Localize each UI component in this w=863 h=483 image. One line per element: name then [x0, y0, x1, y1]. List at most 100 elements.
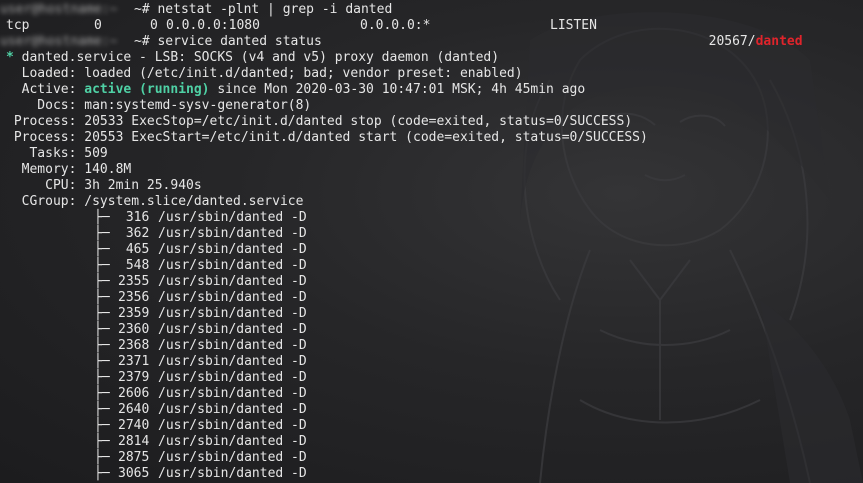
- process-pid: 2355: [118, 274, 150, 289]
- netstat-state: LISTEN: [550, 18, 597, 33]
- process-pid: 2814: [118, 434, 150, 449]
- tree-branch-glyph: ├─: [94, 338, 110, 353]
- tree-branch-glyph: ├─: [94, 226, 110, 241]
- tree-branch-glyph: ├─: [94, 322, 110, 337]
- status-cpu: CPU: 3h 2min 25.940s: [0, 178, 863, 194]
- process-command: /usr/sbin/danted -D: [158, 242, 307, 257]
- cpu-label: CPU:: [6, 178, 77, 193]
- process-start-label: Process:: [6, 130, 77, 145]
- terminal-output: user@hostname:~ ~# netstat -plnt | grep …: [0, 0, 863, 482]
- cgroup-process-row: ├─ 362/usr/sbin/danted -D: [0, 226, 863, 242]
- tree-branch-glyph: ├─: [94, 210, 110, 225]
- tree-branch-glyph: ├─: [94, 354, 110, 369]
- tasks-label: Tasks:: [6, 146, 77, 161]
- terminal-window[interactable]: user@hostname:~ ~# netstat -plnt | grep …: [0, 0, 863, 483]
- process-pid: 3065: [118, 466, 150, 481]
- tasks-value: 509: [76, 146, 108, 161]
- process-stop-value: 20533 ExecStop=/etc/init.d/danted stop (…: [76, 114, 633, 129]
- process-pid: 2359: [118, 306, 150, 321]
- cgroup-process-row: ├─ 548/usr/sbin/danted -D: [0, 258, 863, 274]
- cgroup-process-row: ├─ 2360/usr/sbin/danted -D: [0, 322, 863, 338]
- process-pid: 362: [118, 226, 150, 241]
- status-docs: Docs: man:systemd-sysv-generator(8): [0, 98, 863, 114]
- process-command: /usr/sbin/danted -D: [158, 386, 307, 401]
- cgroup-value: /system.slice/danted.service: [76, 194, 304, 209]
- tree-branch-glyph: ├─: [94, 418, 110, 433]
- process-pid: 2875: [118, 450, 150, 465]
- status-process-stop: Process: 20533 ExecStop=/etc/init.d/dant…: [0, 114, 863, 130]
- process-command: /usr/sbin/danted -D: [158, 466, 307, 481]
- process-command: /usr/sbin/danted -D: [158, 402, 307, 417]
- status-loaded: Loaded: loaded (/etc/init.d/danted; bad;…: [0, 66, 863, 82]
- process-start-value: 20553 ExecStart=/etc/init.d/danted start…: [76, 130, 648, 145]
- cgroup-process-row: ├─ 2606/usr/sbin/danted -D: [0, 386, 863, 402]
- process-command: /usr/sbin/danted -D: [158, 258, 307, 273]
- tree-branch-glyph: ├─: [94, 274, 110, 289]
- tree-branch-glyph: ├─: [94, 402, 110, 417]
- cgroup-process-row: ├─ 2356/usr/sbin/danted -D: [0, 290, 863, 306]
- command-line-netstat: user@hostname:~ ~# netstat -plnt | grep …: [0, 2, 863, 18]
- process-pid: 316: [118, 210, 150, 225]
- netstat-proto: tcp: [6, 18, 30, 33]
- service-header: * danted.service - LSB: SOCKS (v4 and v5…: [0, 50, 863, 66]
- process-pid: 2640: [118, 402, 150, 417]
- process-pid: 548: [118, 258, 150, 273]
- cgroup-process-row: ├─ 3065/usr/sbin/danted -D: [0, 466, 863, 482]
- loaded-label: Loaded:: [6, 66, 77, 81]
- redacted-prompt-2: user@hostname:~: [0, 34, 118, 49]
- process-pid: 2606: [118, 386, 150, 401]
- loaded-value: loaded (/etc/init.d/danted; bad; vendor …: [76, 66, 523, 81]
- netstat-command: ~# netstat -plnt | grep -i danted: [134, 2, 393, 17]
- cgroup-process-list: ├─ 316/usr/sbin/danted -D ├─ 362/usr/sbin…: [0, 210, 863, 482]
- cgroup-process-row: ├─ 2379/usr/sbin/danted -D: [0, 370, 863, 386]
- tree-branch-glyph: ├─: [94, 306, 110, 321]
- process-command: /usr/sbin/danted -D: [158, 226, 307, 241]
- tree-branch-glyph: ├─: [94, 242, 110, 257]
- cgroup-process-row: ├─ 316/usr/sbin/danted -D: [0, 210, 863, 226]
- cgroup-process-row: ├─ 2371/usr/sbin/danted -D: [0, 354, 863, 370]
- cgroup-process-row: ├─ 465/usr/sbin/danted -D: [0, 242, 863, 258]
- status-memory: Memory: 140.8M: [0, 162, 863, 178]
- process-pid: 2371: [118, 354, 150, 369]
- process-command: /usr/sbin/danted -D: [158, 210, 307, 225]
- process-command: /usr/sbin/danted -D: [158, 322, 307, 337]
- cgroup-process-row: ├─ 2814/usr/sbin/danted -D: [0, 434, 863, 450]
- cgroup-process-row: ├─ 2368/usr/sbin/danted -D: [0, 338, 863, 354]
- netstat-recv-q: 0: [94, 18, 102, 33]
- status-process-start: Process: 20553 ExecStart=/etc/init.d/dan…: [0, 130, 863, 146]
- service-title: danted.service - LSB: SOCKS (v4 and v5) …: [13, 50, 500, 65]
- command-line-service: user@hostname:~ ~# service danted status: [0, 34, 863, 50]
- process-pid: 2368: [118, 338, 150, 353]
- cgroup-process-row: ├─ 2640/usr/sbin/danted -D: [0, 402, 863, 418]
- cgroup-process-row: ├─ 2740/usr/sbin/danted -D: [0, 418, 863, 434]
- process-command: /usr/sbin/danted -D: [158, 306, 307, 321]
- process-command: /usr/sbin/danted -D: [158, 354, 307, 369]
- tree-branch-glyph: ├─: [94, 466, 110, 481]
- cgroup-process-row: ├─ 2355/usr/sbin/danted -D: [0, 274, 863, 290]
- memory-value: 140.8M: [76, 162, 132, 177]
- netstat-foreign-address: 0.0.0.0:*: [360, 18, 431, 33]
- process-pid: 2379: [118, 370, 150, 385]
- process-command: /usr/sbin/danted -D: [158, 450, 307, 465]
- tree-branch-glyph: ├─: [94, 386, 110, 401]
- process-command: /usr/sbin/danted -D: [158, 290, 307, 305]
- service-bullet: *: [6, 50, 14, 65]
- process-pid: 465: [118, 242, 150, 257]
- netstat-local-address: 0.0.0.0:1080: [166, 18, 260, 33]
- tree-branch-glyph: ├─: [94, 450, 110, 465]
- docs-label: Docs:: [6, 98, 77, 113]
- process-pid: 2356: [118, 290, 150, 305]
- cgroup-label: CGroup:: [6, 194, 77, 209]
- docs-value: man:systemd-sysv-generator(8): [76, 98, 312, 113]
- cpu-value: 3h 2min 25.940s: [76, 178, 202, 193]
- tree-branch-glyph: ├─: [94, 434, 110, 449]
- process-command: /usr/sbin/danted -D: [158, 370, 307, 385]
- memory-label: Memory:: [6, 162, 77, 177]
- process-command: /usr/sbin/danted -D: [158, 434, 307, 449]
- process-command: /usr/sbin/danted -D: [158, 274, 307, 289]
- netstat-send-q: 0: [150, 18, 158, 33]
- active-label: Active:: [6, 82, 77, 97]
- active-state: active (running): [84, 82, 210, 97]
- cgroup-process-row: ├─ 2359/usr/sbin/danted -D: [0, 306, 863, 322]
- active-since: since Mon 2020-03-30 10:47:01 MSK; 4h 45…: [209, 82, 586, 97]
